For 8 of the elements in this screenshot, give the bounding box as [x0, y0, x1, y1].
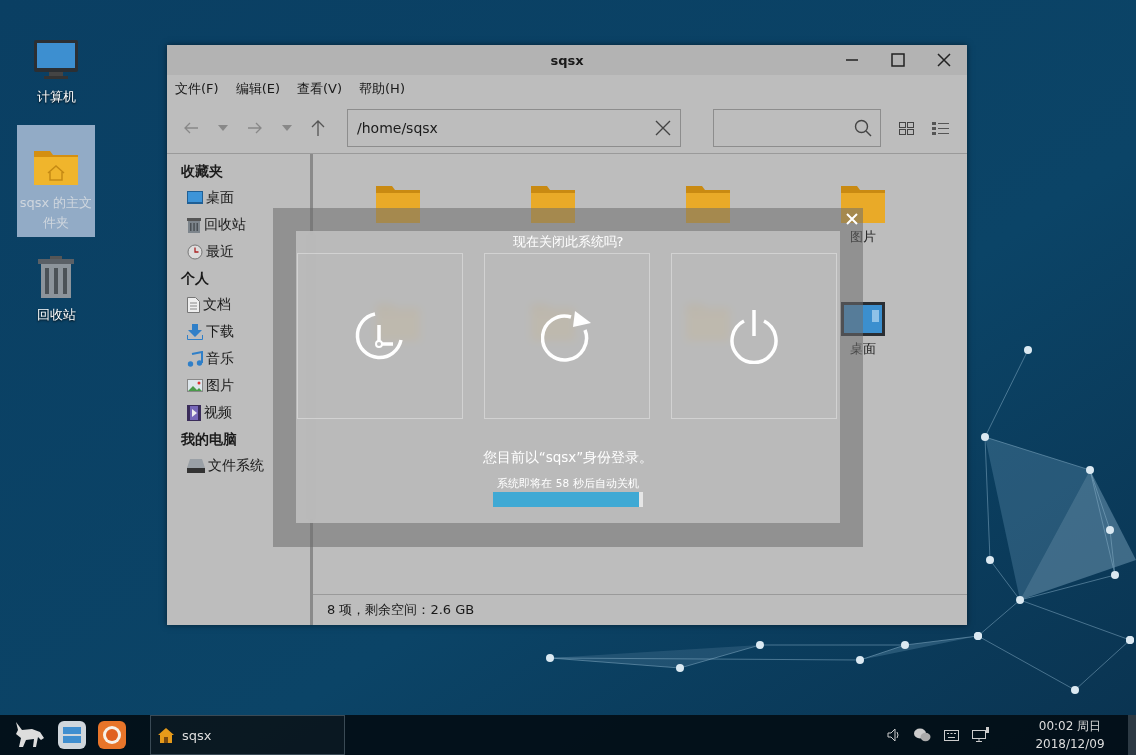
status-text: 8 项，剩余空间：2.6 GB	[327, 601, 475, 619]
countdown-text: 系统即将在 58 秒后自动关机	[497, 477, 639, 491]
login-message: 您目前以“sqsx”身份登录。	[482, 449, 654, 467]
section-heading: 收藏夹	[181, 162, 224, 181]
section-heading: 我的电脑	[181, 430, 238, 449]
window-title: sqsx	[550, 52, 584, 68]
dialog-question: 现在关闭此系统吗?	[512, 233, 624, 251]
section-heading: 个人	[181, 269, 210, 288]
